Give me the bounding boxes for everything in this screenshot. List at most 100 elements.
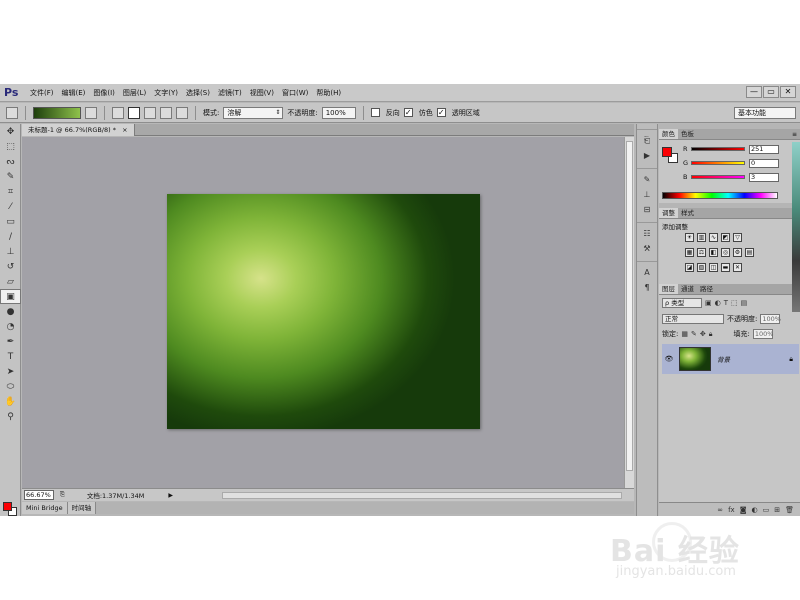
- restore-button[interactable]: ▭: [763, 86, 779, 98]
- filter-shape-icon[interactable]: ⬚: [731, 299, 738, 307]
- move-tool-icon[interactable]: ✥: [0, 124, 21, 139]
- black-white-icon[interactable]: ◧: [709, 248, 718, 257]
- selective-color-icon[interactable]: ✕: [733, 263, 742, 272]
- gradient-picker-dropdown[interactable]: [85, 106, 97, 119]
- photo-filter-icon[interactable]: ◎: [721, 248, 730, 257]
- filter-smart-icon[interactable]: ▤: [741, 299, 748, 307]
- paragraph-icon[interactable]: ¶: [637, 280, 657, 295]
- pen-tool-icon[interactable]: ✒: [0, 334, 21, 349]
- new-group-icon[interactable]: ▭: [763, 506, 770, 514]
- add-mask-icon[interactable]: ◙: [740, 506, 747, 514]
- document-info[interactable]: 文档:1.37M/1.34M: [87, 490, 145, 500]
- new-layer-icon[interactable]: ⊞: [774, 506, 780, 514]
- fill-field[interactable]: 100%: [752, 329, 773, 339]
- vibrance-icon[interactable]: ▽: [733, 233, 742, 242]
- visibility-eye-icon[interactable]: 👁︎: [662, 355, 676, 363]
- link-layers-icon[interactable]: ∞: [717, 506, 723, 514]
- foreground-color-swatch[interactable]: [662, 147, 672, 157]
- curves-icon[interactable]: ∿: [709, 233, 718, 242]
- brush-tool-icon[interactable]: ∕: [0, 229, 21, 244]
- invert-icon[interactable]: ◪: [685, 263, 694, 272]
- tab-mini-bridge[interactable]: Mini Bridge: [22, 502, 68, 514]
- info-icon[interactable]: ⊟: [637, 202, 657, 217]
- menu-filter[interactable]: 滤镜(T): [214, 88, 246, 98]
- dither-checkbox[interactable]: ✓: [403, 108, 413, 117]
- diamond-gradient-button[interactable]: [176, 106, 188, 119]
- zoom-field[interactable]: 66.67%: [24, 490, 54, 500]
- layer-name[interactable]: 背景: [717, 354, 730, 364]
- gradient-tool-icon[interactable]: ▣: [0, 289, 21, 304]
- tool-presets-icon[interactable]: ⚒: [637, 241, 657, 256]
- character-icon[interactable]: A: [637, 265, 657, 280]
- lock-position-icon[interactable]: ✥: [700, 330, 706, 338]
- type-tool-icon[interactable]: T: [0, 349, 21, 364]
- menu-window[interactable]: 窗口(W): [278, 88, 312, 98]
- clone-stamp-tool-icon[interactable]: ⊥: [0, 244, 21, 259]
- color-balance-icon[interactable]: ⚖: [697, 248, 706, 257]
- tab-paths[interactable]: 路径: [697, 284, 716, 294]
- menu-edit[interactable]: 编辑(E): [58, 88, 90, 98]
- color-spectrum[interactable]: [662, 192, 778, 199]
- reflected-gradient-button[interactable]: [160, 106, 172, 119]
- new-adjustment-icon[interactable]: ◐: [752, 506, 758, 514]
- tab-adjustments[interactable]: 调整: [659, 208, 678, 218]
- play-arrow-icon[interactable]: ▶: [168, 492, 173, 499]
- lock-all-icon[interactable]: 🔒︎: [709, 330, 713, 339]
- radial-gradient-button[interactable]: [128, 106, 140, 119]
- b-field[interactable]: 3: [749, 172, 779, 182]
- menu-view[interactable]: 视图(V): [246, 88, 278, 98]
- workspace-select[interactable]: 基本功能: [734, 107, 796, 119]
- r-field[interactable]: 251: [749, 144, 779, 154]
- brush-panel-icon[interactable]: ✎: [637, 172, 657, 187]
- minimize-button[interactable]: —: [746, 86, 762, 98]
- tool-preset-picker[interactable]: [6, 106, 18, 119]
- hue-saturation-icon[interactable]: ▦: [685, 248, 694, 257]
- tab-color[interactable]: 颜色: [659, 129, 678, 139]
- menu-help[interactable]: 帮助(H): [312, 88, 345, 98]
- channel-mixer-icon[interactable]: ⚙: [733, 248, 742, 257]
- b-slider[interactable]: [691, 175, 745, 179]
- close-icon[interactable]: ×: [122, 126, 127, 134]
- layer-row[interactable]: 👁︎ 背景 🔒︎: [662, 344, 799, 374]
- tab-styles[interactable]: 样式: [678, 208, 697, 218]
- eraser-tool-icon[interactable]: ▱: [0, 274, 21, 289]
- layer-style-icon[interactable]: fx: [728, 506, 735, 514]
- tab-swatches[interactable]: 色板: [678, 129, 697, 139]
- menu-image[interactable]: 图像(I): [89, 88, 119, 98]
- transparency-checkbox[interactable]: ✓: [436, 108, 446, 117]
- reverse-checkbox[interactable]: [370, 108, 380, 117]
- hand-tool-icon[interactable]: ✋: [0, 394, 21, 409]
- history-icon[interactable]: ⎗: [637, 133, 657, 148]
- gradient-map-icon[interactable]: ▬: [721, 263, 730, 272]
- tab-layers[interactable]: 图层: [659, 284, 678, 294]
- dodge-tool-icon[interactable]: ◔: [0, 319, 21, 334]
- scroll-thumb[interactable]: [626, 141, 633, 471]
- g-slider[interactable]: [691, 161, 745, 165]
- actions-icon[interactable]: ▶: [637, 148, 657, 163]
- canvas-area[interactable]: [22, 137, 624, 488]
- blur-tool-icon[interactable]: ●: [0, 304, 21, 319]
- threshold-icon[interactable]: ◫: [709, 263, 718, 272]
- filter-pixel-icon[interactable]: ▣: [705, 299, 712, 307]
- layer-filter-select[interactable]: ρ 类型: [662, 298, 702, 308]
- filter-adjust-icon[interactable]: ◐: [715, 299, 721, 307]
- menu-layer[interactable]: 图层(L): [119, 88, 150, 98]
- lock-image-icon[interactable]: ✎: [691, 330, 697, 338]
- foreground-color-swatch[interactable]: [3, 502, 12, 511]
- r-slider[interactable]: [691, 147, 745, 151]
- mode-select[interactable]: 溶解 ⇕: [223, 106, 284, 119]
- clone-source-icon[interactable]: ⊥: [637, 187, 657, 202]
- levels-icon[interactable]: ▥: [697, 233, 706, 242]
- linear-gradient-button[interactable]: [112, 106, 124, 119]
- exposure-icon[interactable]: ◩: [721, 233, 730, 242]
- shape-tool-icon[interactable]: ⬭: [0, 379, 21, 394]
- history-brush-tool-icon[interactable]: ↺: [0, 259, 21, 274]
- healing-brush-tool-icon[interactable]: ▭: [0, 214, 21, 229]
- vertical-scrollbar[interactable]: [624, 137, 634, 488]
- document-tab[interactable]: 未标题-1 @ 66.7%(RGB/8) * ×: [22, 124, 135, 136]
- opacity-field[interactable]: 100%: [321, 106, 356, 119]
- panel-menu-icon[interactable]: ≡: [792, 129, 800, 139]
- posterize-icon[interactable]: ▧: [697, 263, 706, 272]
- lasso-tool-icon[interactable]: ᔓ: [0, 154, 21, 169]
- menu-type[interactable]: 文字(Y): [150, 88, 182, 98]
